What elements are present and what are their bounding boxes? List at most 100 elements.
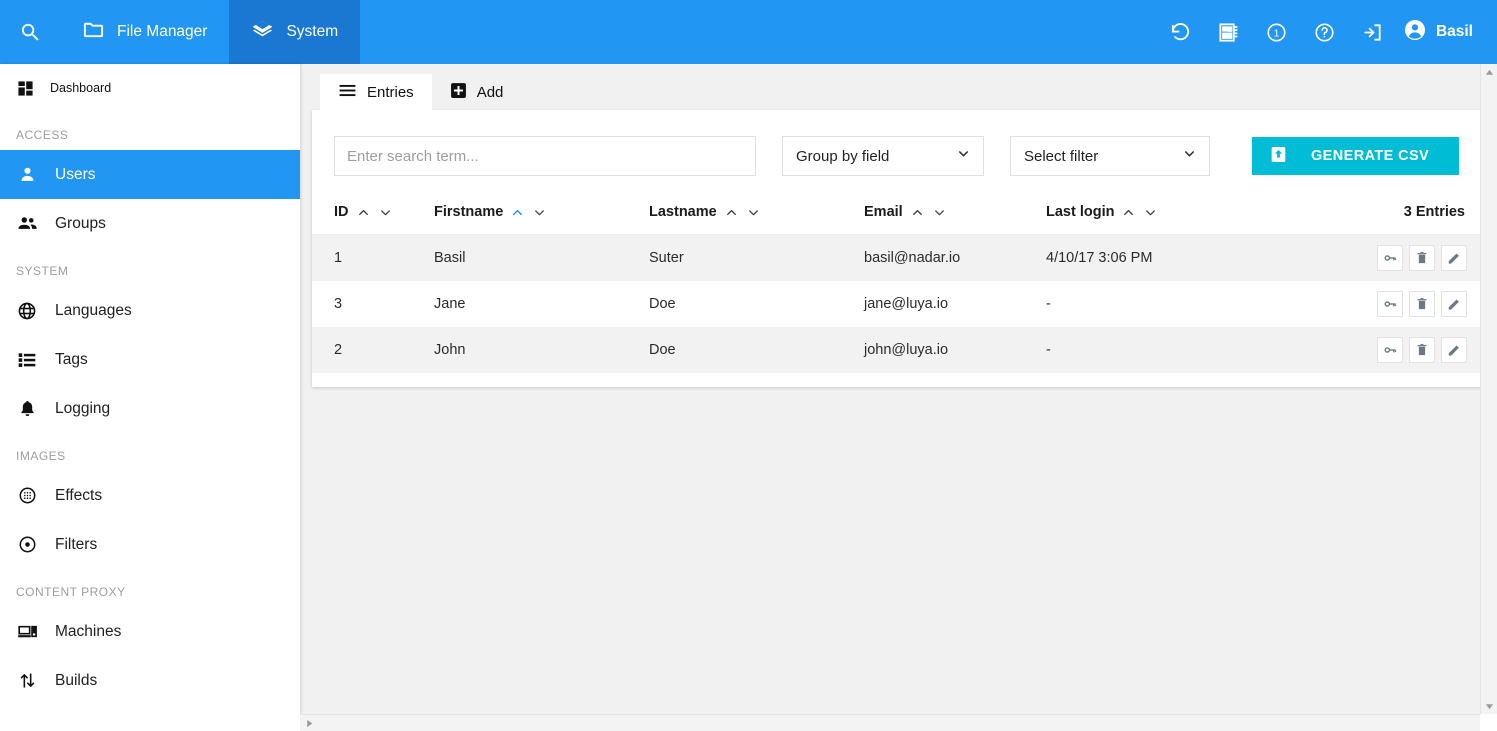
export-upload-icon xyxy=(1268,144,1289,169)
cell-firstname: John xyxy=(434,326,649,373)
table-header-row: ID Firstname Lastname Email Last login 3… xyxy=(312,198,1485,235)
sort-desc-icon[interactable] xyxy=(746,205,761,220)
entries-table-head: ID Firstname Lastname Email Last login 3… xyxy=(312,198,1485,235)
sidebar-item-filters[interactable]: Filters xyxy=(0,520,300,569)
devices-icon xyxy=(16,621,38,642)
delete-button[interactable] xyxy=(1409,244,1435,271)
cell-actions xyxy=(1269,280,1485,327)
sidebar-item-groups[interactable]: Groups xyxy=(0,199,300,248)
sidebar-item-label: Machines xyxy=(55,622,122,640)
entries-table-body: 1 Basil Suter basil@nadar.io 4/10/17 3:0… xyxy=(312,234,1485,373)
scroll-down-arrow-icon[interactable] xyxy=(1481,698,1497,714)
cell-firstname: Jane xyxy=(434,280,649,327)
search-icon[interactable] xyxy=(0,0,60,64)
user-name-label: Basil xyxy=(1435,23,1473,40)
delete-button[interactable] xyxy=(1409,290,1435,317)
globe-icon xyxy=(16,301,38,321)
sort-desc-icon[interactable] xyxy=(932,205,947,220)
edit-button[interactable] xyxy=(1441,244,1467,271)
cell-actions xyxy=(1269,234,1485,281)
cell-actions xyxy=(1269,326,1485,373)
sidebar-group-title-access: ACCESS xyxy=(16,128,69,142)
sidebar-item-tags[interactable]: Tags xyxy=(0,335,300,384)
edit-button[interactable] xyxy=(1441,336,1467,363)
logout-icon[interactable] xyxy=(1351,0,1395,64)
permissions-key-button[interactable] xyxy=(1377,336,1403,363)
column-header-email: Email xyxy=(864,198,1046,235)
horizontal-scrollbar[interactable] xyxy=(300,714,1497,731)
sidebar-item-languages[interactable]: Languages xyxy=(0,286,300,335)
entries-card: Group by field Select filter xyxy=(312,110,1485,387)
history-restore-icon[interactable] xyxy=(1159,0,1203,64)
sidebar-item-label: Effects xyxy=(55,486,103,504)
topbar-actions: 1 Basil xyxy=(1159,0,1497,64)
entries-table: ID Firstname Lastname Email Last login 3… xyxy=(312,198,1485,373)
sort-asc-icon[interactable] xyxy=(1121,205,1136,220)
account-circle-icon xyxy=(1403,18,1427,47)
cell-id: 3 xyxy=(312,280,434,327)
sidebar-item-users[interactable]: Users xyxy=(0,150,300,199)
sidebar-item-label: Dashboard xyxy=(50,81,112,95)
topnav-item-file-manager[interactable]: File Manager xyxy=(60,0,229,64)
people-icon xyxy=(16,213,38,234)
sort-asc-icon[interactable] xyxy=(910,205,925,220)
topnav-item-label: System xyxy=(286,23,339,40)
folder-icon xyxy=(82,18,105,46)
scrollbar-corner xyxy=(1480,714,1497,731)
help-icon[interactable] xyxy=(1303,0,1347,64)
topnav-item-label: File Manager xyxy=(117,23,208,40)
sort-asc-icon[interactable] xyxy=(356,205,371,220)
vertical-scrollbar[interactable] xyxy=(1480,64,1497,731)
generate-csv-button[interactable]: GENERATE CSV xyxy=(1252,137,1460,175)
svg-text:1: 1 xyxy=(1274,28,1280,39)
info-badge-icon[interactable]: 1 xyxy=(1255,0,1299,64)
delete-button[interactable] xyxy=(1409,336,1435,363)
sidebar-item-machines[interactable]: Machines xyxy=(0,607,300,656)
sidebar-item-label: Filters xyxy=(55,535,98,553)
column-header-id: ID xyxy=(312,198,434,235)
table-row[interactable]: 1 Basil Suter basil@nadar.io 4/10/17 3:0… xyxy=(312,234,1485,281)
table-row[interactable]: 3 Jane Doe jane@luya.io - xyxy=(312,280,1485,327)
table-row[interactable]: 2 John Doe john@luya.io - xyxy=(312,326,1485,373)
column-label: Email xyxy=(864,204,903,220)
column-label: ID xyxy=(334,204,349,220)
list-icon xyxy=(16,350,38,370)
sidebar-item-label: Users xyxy=(55,165,96,183)
sidebar-item-dashboard[interactable]: Dashboard xyxy=(0,64,300,112)
group-by-field-select[interactable]: Group by field xyxy=(782,136,984,176)
content-tabs: Entries Add xyxy=(320,74,1485,110)
person-icon xyxy=(16,165,38,184)
select-filter-select[interactable]: Select filter xyxy=(1010,136,1210,176)
column-label: Last login xyxy=(1046,204,1115,220)
sort-desc-icon[interactable] xyxy=(378,205,393,220)
edit-button[interactable] xyxy=(1441,290,1467,317)
topnav-item-system[interactable]: System xyxy=(229,0,361,64)
sort-desc-icon[interactable] xyxy=(1143,205,1158,220)
dashboard-module-icon[interactable] xyxy=(1207,0,1251,64)
sidebar-item-effects[interactable]: Effects xyxy=(0,471,300,520)
bell-icon xyxy=(16,399,38,418)
sort-asc-icon[interactable] xyxy=(724,205,739,220)
scroll-up-arrow-icon[interactable] xyxy=(1481,64,1497,80)
sidebar-item-label: Logging xyxy=(55,399,111,417)
sidebar-item-logging[interactable]: Logging xyxy=(0,384,300,433)
cell-email: john@luya.io xyxy=(864,326,1046,373)
permissions-key-button[interactable] xyxy=(1377,290,1403,317)
select-filter-wrapper: Select filter xyxy=(1010,136,1210,176)
blur-circle-icon xyxy=(16,486,38,505)
user-menu[interactable]: Basil xyxy=(1399,18,1479,47)
sort-desc-icon[interactable] xyxy=(532,205,547,220)
column-label: Lastname xyxy=(649,204,717,220)
tab-entries[interactable]: Entries xyxy=(320,74,432,110)
search-input[interactable] xyxy=(334,136,756,176)
tab-add[interactable]: Add xyxy=(432,74,522,110)
layers-icon xyxy=(251,18,274,46)
permissions-key-button[interactable] xyxy=(1377,244,1403,271)
sort-asc-icon[interactable] xyxy=(510,205,525,220)
sidebar-item-builds[interactable]: Builds xyxy=(0,656,300,705)
group-by-field-wrapper: Group by field xyxy=(782,136,984,176)
column-header-last-login: Last login xyxy=(1046,198,1270,235)
scroll-right-arrow-icon[interactable] xyxy=(301,715,317,731)
sidebar-group-title-system: SYSTEM xyxy=(16,264,69,278)
